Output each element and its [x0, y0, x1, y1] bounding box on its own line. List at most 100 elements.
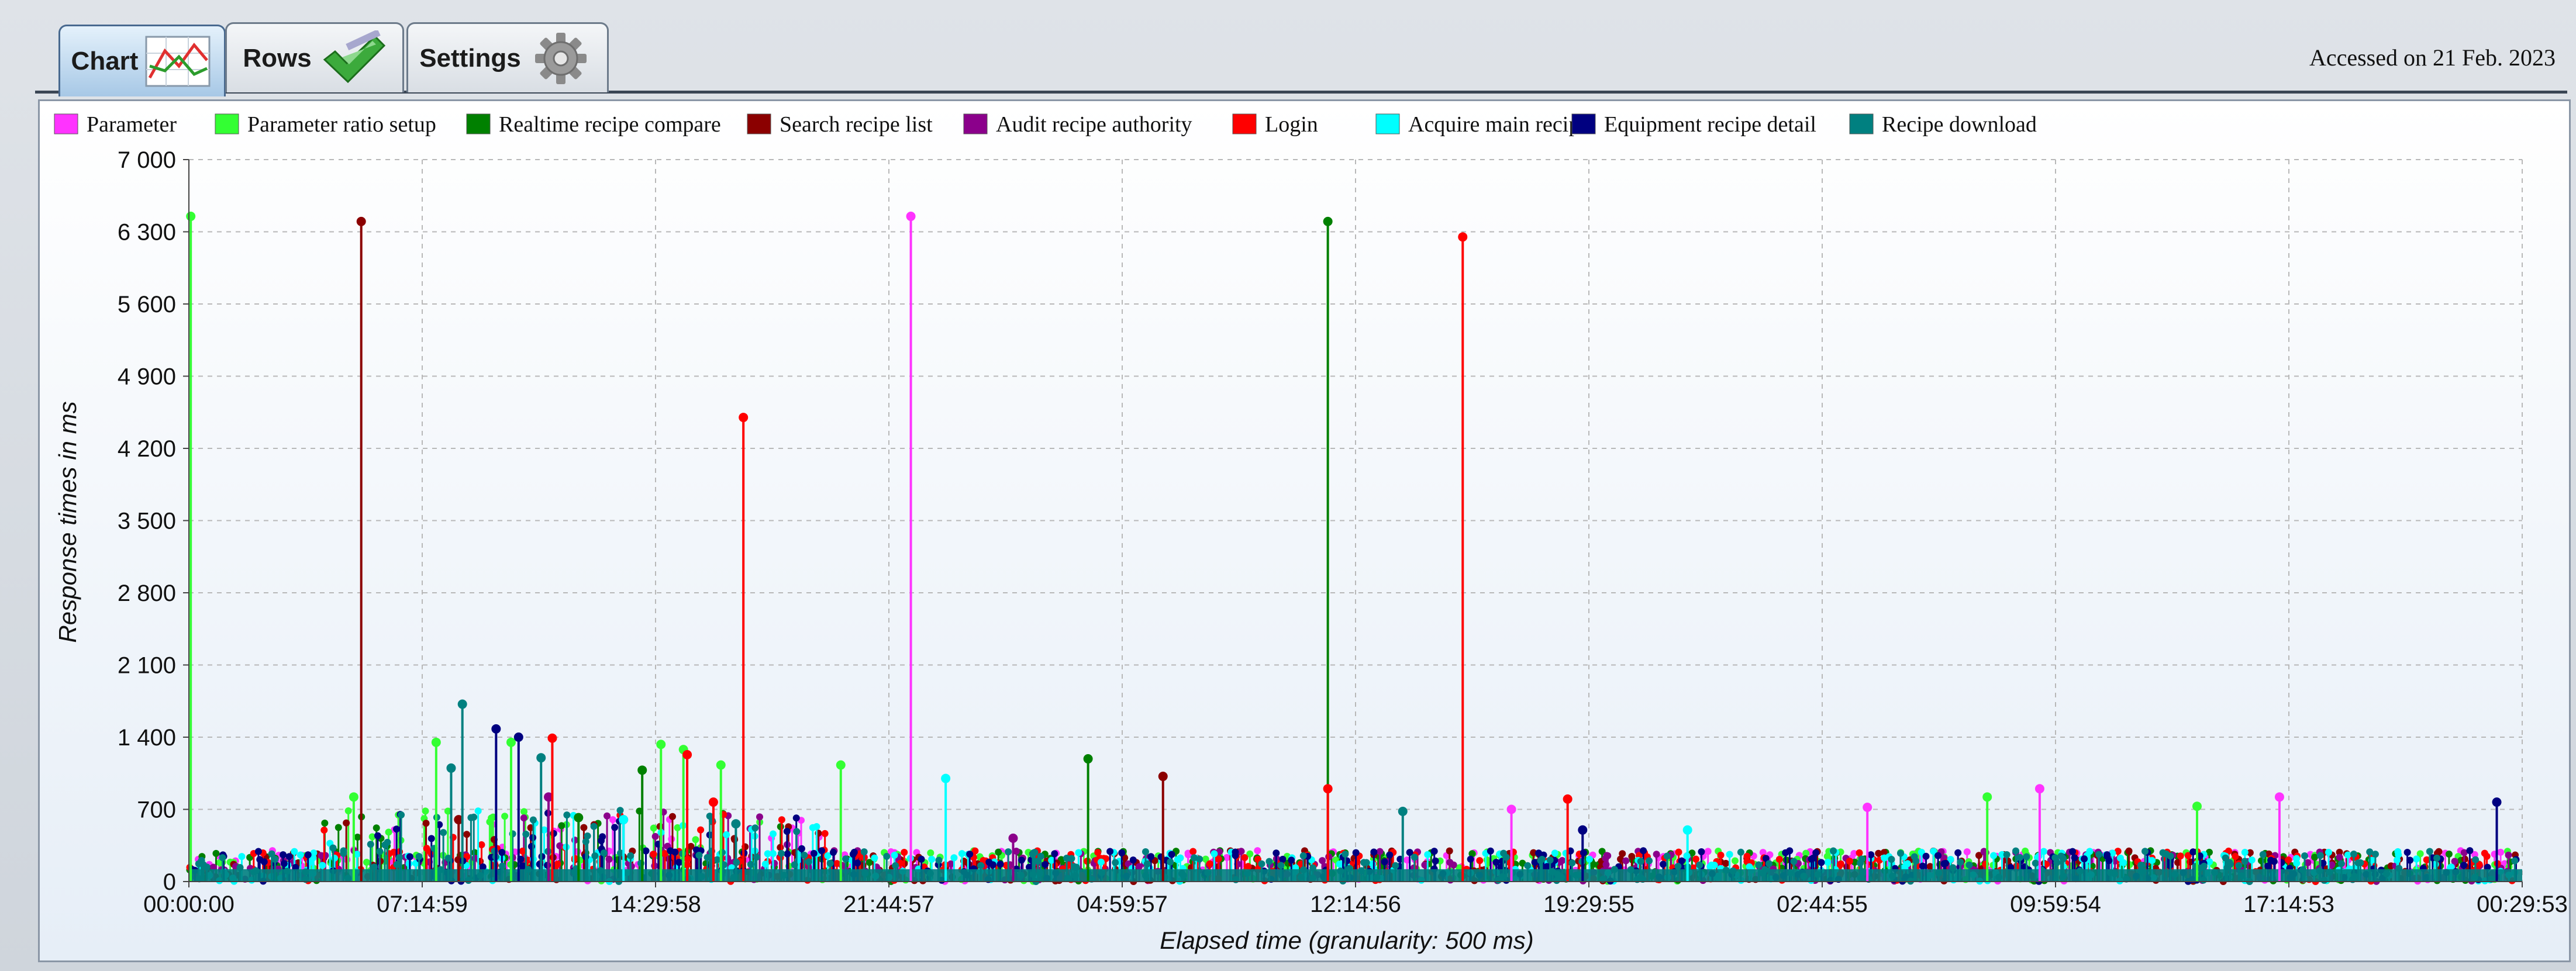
series-point	[422, 820, 430, 827]
x-tick-label: 02:44:55	[1777, 891, 1868, 917]
tab-chart[interactable]: Chart	[58, 25, 226, 96]
x-tick-label: 00:29:53	[2477, 891, 2568, 917]
series-point	[590, 823, 598, 830]
series-point	[611, 824, 619, 831]
series-point	[1118, 849, 1126, 856]
series-point	[393, 825, 401, 833]
series-point	[1551, 849, 1558, 857]
series-1-peaks	[186, 212, 2202, 882]
series-point	[2267, 856, 2275, 864]
peak-point	[491, 724, 501, 734]
y-tick-label: 2 800	[118, 580, 176, 606]
series-point	[285, 853, 293, 861]
tab-settings[interactable]: Settings	[406, 22, 609, 92]
x-tick-label: 19:29:55	[1543, 891, 1634, 917]
series-point	[901, 849, 908, 856]
series-point	[1299, 852, 1307, 859]
series-point	[343, 819, 350, 827]
series-point	[1653, 851, 1660, 858]
series-point	[1143, 860, 1151, 868]
app-window: Chart Rows Settings Accessed on 21 Feb. …	[0, 0, 2576, 971]
series-point	[996, 861, 1004, 868]
peak-point	[716, 760, 726, 770]
peak-point	[536, 753, 546, 763]
series-point	[2103, 852, 2111, 860]
series-point	[604, 812, 611, 820]
series-point	[212, 849, 220, 857]
series-point	[529, 816, 537, 824]
series-point	[928, 855, 936, 863]
x-tick-label: 12:14:56	[1310, 891, 1401, 917]
series-point	[1717, 851, 1725, 859]
series-point	[801, 851, 808, 859]
series-point	[977, 862, 985, 869]
peak-point	[708, 797, 718, 807]
series-point	[1018, 856, 1025, 864]
series-point	[2460, 862, 2468, 869]
series-point	[871, 854, 878, 862]
series-point	[1628, 852, 1636, 860]
series-point	[1622, 857, 1630, 865]
peak-point	[1158, 772, 1168, 782]
series-point	[422, 807, 429, 815]
series-point	[1875, 849, 1882, 857]
series-point	[1279, 855, 1287, 863]
series-point	[1911, 853, 1918, 861]
series-point	[1675, 848, 1682, 856]
series-point	[563, 811, 571, 819]
series-point	[334, 824, 342, 831]
series-point	[1660, 861, 1667, 868]
legend-swatch	[466, 113, 491, 134]
series-point	[354, 833, 361, 841]
series-point	[1370, 848, 1378, 856]
series-point	[783, 828, 791, 835]
series-point	[1696, 861, 1703, 869]
tab-rows-label: Rows	[243, 43, 312, 72]
series-point	[1619, 850, 1626, 858]
series-point	[1674, 862, 1682, 870]
series-point	[650, 851, 657, 858]
series-point	[2081, 855, 2088, 863]
series-point	[753, 853, 760, 861]
series-point	[2337, 860, 2345, 868]
series-point	[829, 849, 837, 856]
series-point	[809, 824, 816, 831]
series-point	[1106, 848, 1114, 855]
series-point	[1075, 849, 1082, 856]
axes: 07001 4002 1002 8003 5004 2004 9005 6006…	[118, 147, 2568, 917]
x-tick-label: 09:59:54	[2010, 891, 2101, 917]
series-point	[1424, 851, 1432, 858]
peak-point	[619, 815, 629, 825]
series-point	[2259, 851, 2267, 858]
series-point	[668, 813, 676, 820]
series-point	[1288, 856, 1295, 864]
series-point	[2241, 858, 2249, 865]
series-point	[777, 823, 784, 831]
series-point	[1765, 860, 1773, 868]
series-point	[2466, 847, 2474, 855]
series-point	[1818, 859, 1825, 866]
series-point	[1888, 856, 1895, 863]
series-point	[498, 862, 506, 870]
series-point	[474, 807, 482, 815]
peak-point	[1323, 216, 1333, 226]
series-point	[195, 860, 202, 868]
series-point	[571, 837, 579, 844]
series-point	[2012, 847, 2020, 855]
y-tick-label: 4 200	[118, 436, 176, 462]
series-point	[1190, 854, 1198, 862]
series-point	[1446, 859, 1454, 866]
series-point	[713, 856, 721, 863]
series-point	[1392, 862, 1399, 869]
tab-rows[interactable]: Rows	[225, 22, 404, 92]
series-point	[1258, 860, 1265, 868]
peak-point	[637, 765, 647, 775]
series-point	[520, 814, 527, 822]
legend-label: Search recipe list	[780, 112, 933, 137]
series-point	[1360, 859, 1368, 866]
series-point	[2395, 851, 2402, 859]
series-point	[1896, 849, 1904, 857]
peak-point	[2274, 792, 2284, 802]
y-tick-label: 2 100	[118, 653, 176, 679]
series-point	[1381, 858, 1388, 866]
